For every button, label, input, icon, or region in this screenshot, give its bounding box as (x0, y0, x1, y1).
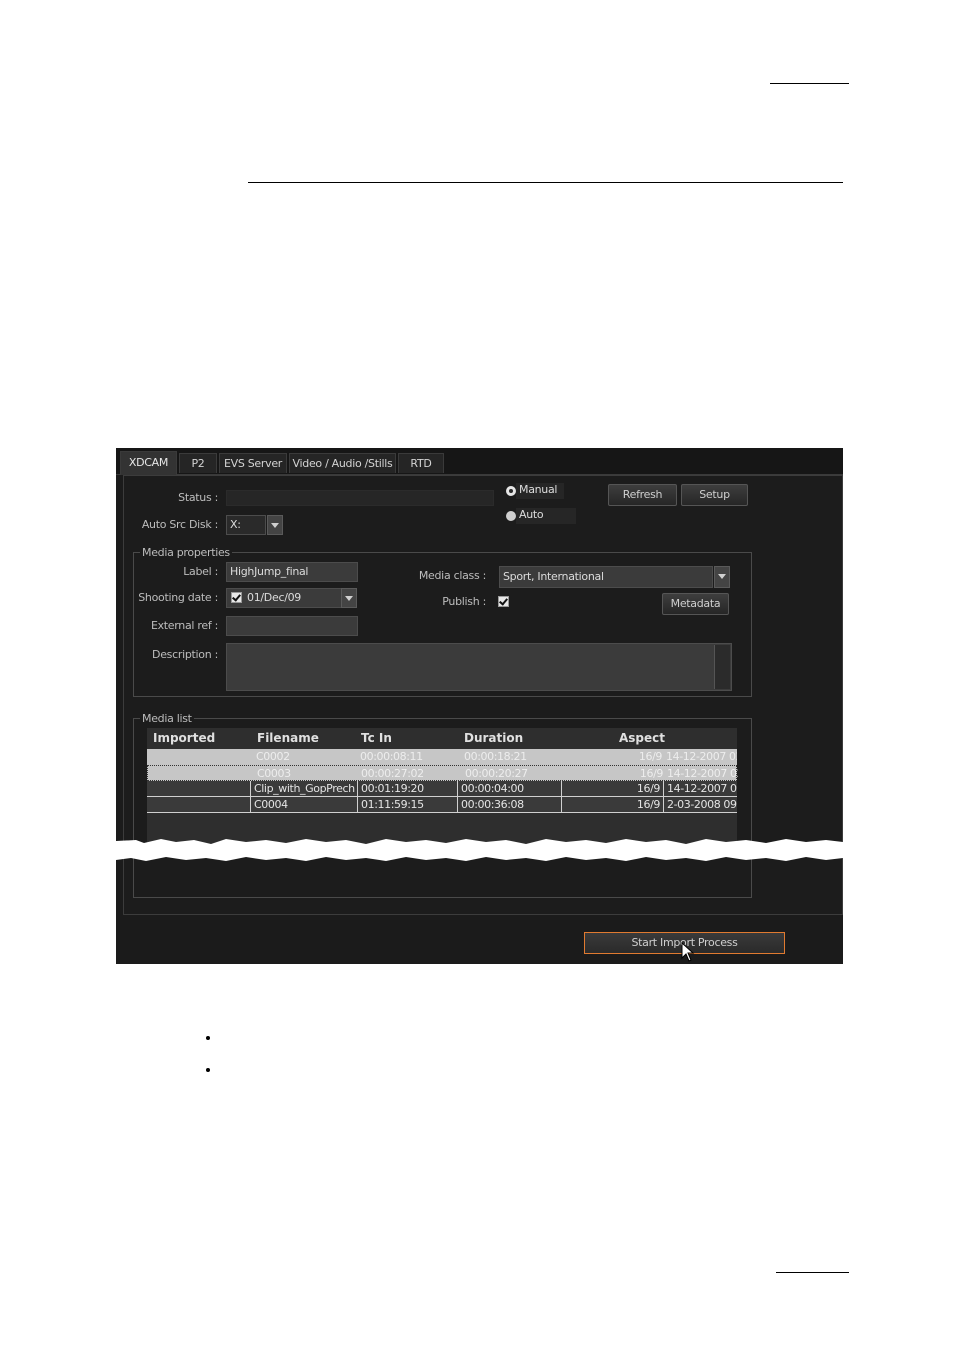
cell-filename: Clip_with_GopPrech (250, 781, 357, 797)
auto-label[interactable]: Auto (516, 508, 576, 524)
shooting-date-dropdown[interactable] (341, 588, 357, 608)
tab-video-audio-stills[interactable]: Video / Audio /Stills (289, 453, 396, 473)
description-scrollbar[interactable] (714, 645, 730, 689)
auto-src-disk-label: Auto Src Disk : (141, 518, 218, 531)
cell-tc-in: 00:00:08:11 (360, 750, 423, 763)
shooting-date-label: Shooting date : (138, 591, 218, 604)
publish-label: Publish : (442, 595, 486, 608)
col-duration[interactable]: Duration (464, 728, 523, 748)
mouse-cursor-icon (681, 942, 695, 962)
cell-date: 14-12-2007 02 (666, 750, 737, 763)
description-input[interactable] (226, 643, 732, 691)
auto-src-disk-dropdown[interactable] (267, 515, 283, 535)
table-row[interactable]: C0002 00:00:08:11 00:00:18:21 16/9 14-12… (147, 749, 737, 765)
cell-date: 2-03-2008 09 (663, 797, 737, 813)
tab-rtd[interactable]: RTD (398, 453, 444, 473)
cell-filename: C0002 (256, 750, 290, 763)
panel-lower (123, 863, 843, 915)
cell-filename: C0004 (250, 797, 357, 813)
shooting-date-checkbox[interactable] (231, 592, 242, 603)
bullet-1 (206, 1036, 210, 1040)
setup-button[interactable]: Setup (681, 484, 748, 506)
cell-aspect: 16/9 (638, 750, 663, 763)
external-ref-input[interactable] (226, 616, 358, 636)
external-ref-label: External ref : (150, 619, 218, 632)
label-label: Label : (183, 565, 218, 578)
status-field (226, 490, 494, 506)
manual-radio[interactable] (506, 486, 516, 496)
media-list-legend: Media list (140, 712, 194, 725)
tab-bar: XDCAM P2 EVS Server Video / Audio /Still… (116, 448, 843, 475)
bullet-2 (206, 1068, 210, 1072)
torn-edge (116, 839, 843, 861)
cell-aspect: 16/9 (639, 767, 664, 780)
cell-tc-in: 01:11:59:15 (357, 797, 461, 813)
status-label: Status : (178, 491, 218, 504)
shooting-date-value: 01/Dec/09 (247, 591, 301, 604)
description-label: Description : (152, 648, 218, 661)
col-imported[interactable]: Imported (153, 728, 215, 748)
cell-duration: 00:00:18:21 (464, 750, 527, 763)
media-class-select[interactable]: Sport, International (499, 566, 713, 588)
media-properties-legend: Media properties (140, 546, 232, 559)
col-tc-in[interactable]: Tc In (361, 728, 392, 748)
cell-duration: 00:00:20:27 (465, 767, 528, 780)
footer-rule (776, 1272, 849, 1273)
cell-imported (147, 749, 250, 765)
table-row[interactable]: Clip_with_GopPrech 00:01:19:20 00:00:04:… (147, 781, 737, 797)
cell-aspect: 16/9 (561, 797, 663, 813)
cell-date: 14-12-2007 02 (667, 767, 738, 780)
import-window: XDCAM P2 EVS Server Video / Audio /Still… (116, 448, 843, 964)
refresh-button[interactable]: Refresh (608, 484, 677, 506)
table-row[interactable]: C0004 01:11:59:15 00:00:36:08 16/9 2-03-… (147, 797, 737, 813)
cell-imported (148, 766, 251, 782)
label-input[interactable]: HighJump_final (226, 562, 358, 582)
cell-date: 14-12-2007 02 (663, 781, 737, 797)
media-list-table: Imported Filename Tc In Duration Aspect … (147, 728, 738, 848)
manual-label[interactable]: Manual (516, 483, 564, 499)
table-row[interactable]: C0003 00:00:27:02 00:00:20:27 16/9 14-12… (147, 765, 738, 782)
media-class-label: Media class : (418, 569, 486, 582)
tab-xdcam[interactable]: XDCAM (120, 451, 177, 475)
cell-tc-in: 00:01:19:20 (357, 781, 461, 797)
cell-aspect: 16/9 (561, 781, 663, 797)
header-rule-long (248, 182, 843, 183)
tab-p2[interactable]: P2 (179, 453, 217, 473)
cell-tc-in: 00:00:27:02 (361, 767, 424, 780)
tab-evs-server[interactable]: EVS Server (219, 453, 287, 473)
cell-filename: C0003 (257, 767, 291, 780)
shooting-date-field[interactable]: 01/Dec/09 (226, 588, 342, 608)
metadata-button[interactable]: Metadata (662, 593, 729, 615)
cell-imported (147, 781, 250, 797)
auto-radio[interactable] (506, 511, 516, 521)
media-class-dropdown[interactable] (714, 566, 730, 588)
cell-duration: 00:00:36:08 (457, 797, 561, 813)
cell-duration: 00:00:04:00 (457, 781, 561, 797)
publish-checkbox[interactable] (498, 596, 509, 607)
col-filename[interactable]: Filename (257, 728, 319, 748)
col-aspect[interactable]: Aspect (619, 728, 665, 748)
auto-src-disk-select[interactable]: X: (226, 515, 266, 535)
cell-imported (147, 797, 250, 813)
header-rule-short (770, 83, 849, 84)
